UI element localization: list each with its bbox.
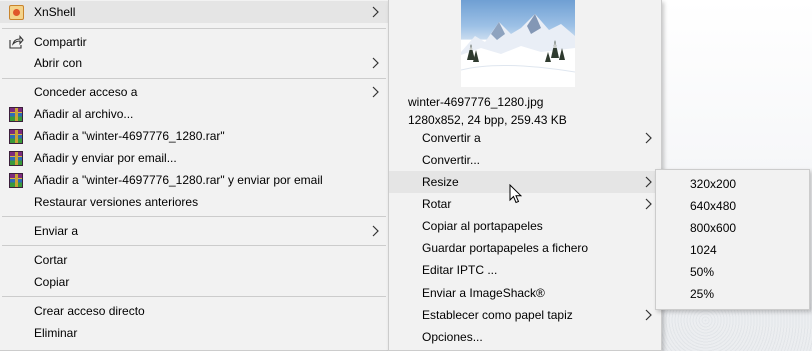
- menu-item-label: Cortar: [34, 253, 68, 267]
- chevron-right-icon: [645, 198, 652, 210]
- menu-item-guardar-portapapeles[interactable]: Guardar portapapeles a fichero: [389, 237, 661, 259]
- file-details: 1280x852, 24 bpp, 259.43 KB: [408, 113, 567, 127]
- menu-item-label: Establecer como papel tapiz: [422, 308, 573, 322]
- menu-item-enviar-a[interactable]: Enviar a: [0, 220, 388, 242]
- resize-option[interactable]: 50%: [656, 261, 809, 283]
- menu-item-convertir-a[interactable]: Convertir a: [389, 127, 661, 149]
- winrar-icon: [8, 150, 24, 166]
- menu-item-abrir-con[interactable]: Abrir con: [0, 52, 388, 74]
- resize-option[interactable]: 640x480: [656, 195, 809, 217]
- menu-item-label: Conceder acceso a: [34, 85, 138, 99]
- menu-item-anadir-rar[interactable]: Añadir a "winter-4697776_1280.rar": [0, 125, 388, 147]
- xnshell-icon: [8, 4, 24, 20]
- xnshell-submenu: winter-4697776_1280.jpg 1280x852, 24 bpp…: [388, 0, 662, 351]
- menu-item-label: Resize: [422, 175, 459, 189]
- resize-option-label: 1024: [690, 243, 717, 257]
- context-menu: XnShell Compartir Abrir con Conceder acc…: [0, 0, 389, 351]
- menu-separator: [2, 28, 386, 29]
- menu-item-anadir-rar-email[interactable]: Añadir a "winter-4697776_1280.rar" y env…: [0, 169, 388, 191]
- chevron-right-icon: [645, 176, 652, 188]
- menu-item-label: Crear acceso directo: [34, 304, 145, 318]
- menu-item-anadir-archivo[interactable]: Añadir al archivo...: [0, 103, 388, 125]
- menu-item-label: Opciones...: [422, 330, 483, 344]
- file-name: winter-4697776_1280.jpg: [408, 95, 544, 109]
- menu-separator: [2, 216, 386, 217]
- share-icon: [8, 34, 24, 50]
- menu-item-eliminar[interactable]: Eliminar: [0, 322, 388, 344]
- menu-item-opciones[interactable]: Opciones...: [389, 326, 661, 348]
- chevron-right-icon: [645, 309, 652, 321]
- menu-item-label: Compartir: [34, 35, 87, 49]
- resize-submenu: 320x200 640x480 800x600 1024 50% 25%: [655, 169, 810, 310]
- resize-option[interactable]: 1024: [656, 239, 809, 261]
- menu-item-label: Eliminar: [34, 326, 78, 340]
- menu-item-restaurar[interactable]: Restaurar versiones anteriores: [0, 191, 388, 213]
- menu-item-anadir-enviar-email[interactable]: Añadir y enviar por email...: [0, 147, 388, 169]
- menu-item-copiar-portapapeles[interactable]: Copiar al portapapeles: [389, 215, 661, 237]
- menu-item-convertir[interactable]: Convertir...: [389, 149, 661, 171]
- mouse-cursor-icon: [509, 184, 522, 204]
- resize-option-label: 800x600: [690, 221, 737, 235]
- winrar-icon: [8, 106, 24, 122]
- resize-option[interactable]: 320x200: [656, 173, 809, 195]
- menu-item-cortar[interactable]: Cortar: [0, 249, 388, 271]
- chevron-right-icon: [645, 132, 652, 144]
- winrar-icon: [8, 172, 24, 188]
- menu-separator: [2, 296, 386, 297]
- image-thumbnail: [461, 0, 575, 87]
- menu-item-label: Añadir a "winter-4697776_1280.rar" y env…: [34, 173, 323, 187]
- menu-item-label: Rotar: [422, 197, 452, 211]
- menu-separator: [2, 78, 386, 79]
- menu-separator: [2, 245, 386, 246]
- menu-item-compartir[interactable]: Compartir: [0, 31, 388, 53]
- menu-item-label: Añadir al archivo...: [34, 107, 134, 121]
- resize-option-label: 640x480: [690, 199, 737, 213]
- menu-item-label: XnShell: [34, 5, 76, 19]
- menu-item-resize[interactable]: Resize: [389, 171, 661, 193]
- menu-item-crear-acceso[interactable]: Crear acceso directo: [0, 300, 388, 322]
- menu-item-label: Añadir y enviar por email...: [34, 151, 177, 165]
- menu-item-editar-iptc[interactable]: Editar IPTC ...: [389, 259, 661, 281]
- menu-item-label: Copiar: [34, 275, 70, 289]
- menu-item-establecer-papel[interactable]: Establecer como papel tapiz: [389, 304, 661, 326]
- menu-item-label: Restaurar versiones anteriores: [34, 195, 199, 209]
- menu-item-label: Añadir a "winter-4697776_1280.rar": [34, 129, 225, 143]
- menu-item-label: Editar IPTC ...: [422, 263, 498, 277]
- chevron-right-icon: [372, 86, 379, 98]
- winrar-icon: [8, 128, 24, 144]
- menu-item-label: Guardar portapapeles a fichero: [422, 241, 589, 255]
- menu-item-copiar[interactable]: Copiar: [0, 271, 388, 293]
- menu-item-label: Convertir a: [422, 131, 481, 145]
- chevron-right-icon: [372, 57, 379, 69]
- menu-item-rotar[interactable]: Rotar: [389, 193, 661, 215]
- menu-item-xnshell[interactable]: XnShell: [0, 1, 388, 23]
- menu-item-label: Copiar al portapapeles: [422, 219, 543, 233]
- menu-item-enviar-imageshack[interactable]: Enviar a ImageShack®: [389, 282, 661, 304]
- resize-option-label: 320x200: [690, 177, 737, 191]
- resize-option-label: 25%: [690, 287, 715, 301]
- resize-option[interactable]: 800x600: [656, 217, 809, 239]
- chevron-right-icon: [372, 6, 379, 18]
- menu-item-conceder-acceso[interactable]: Conceder acceso a: [0, 81, 388, 103]
- menu-item-label: Convertir...: [422, 153, 481, 167]
- resize-option[interactable]: 25%: [656, 283, 809, 305]
- chevron-right-icon: [372, 225, 379, 237]
- menu-item-label: Abrir con: [34, 56, 83, 70]
- menu-item-label: Enviar a ImageShack®: [422, 286, 545, 300]
- resize-option-label: 50%: [690, 265, 715, 279]
- menu-item-label: Enviar a: [34, 224, 79, 238]
